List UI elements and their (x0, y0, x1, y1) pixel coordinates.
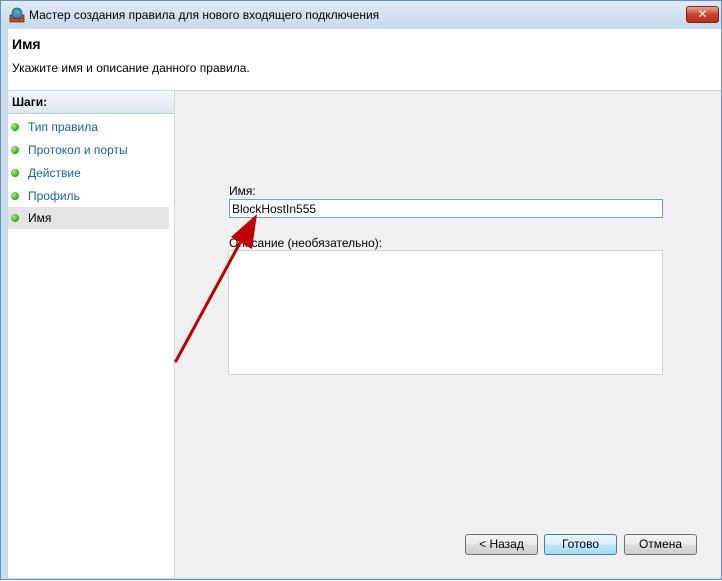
annotation-arrow-head (231, 214, 257, 249)
annotation-arrow (174, 214, 257, 363)
wizard-window: Мастер создания правила для нового входя… (0, 0, 722, 580)
annotation-arrow-shaft (174, 239, 243, 363)
